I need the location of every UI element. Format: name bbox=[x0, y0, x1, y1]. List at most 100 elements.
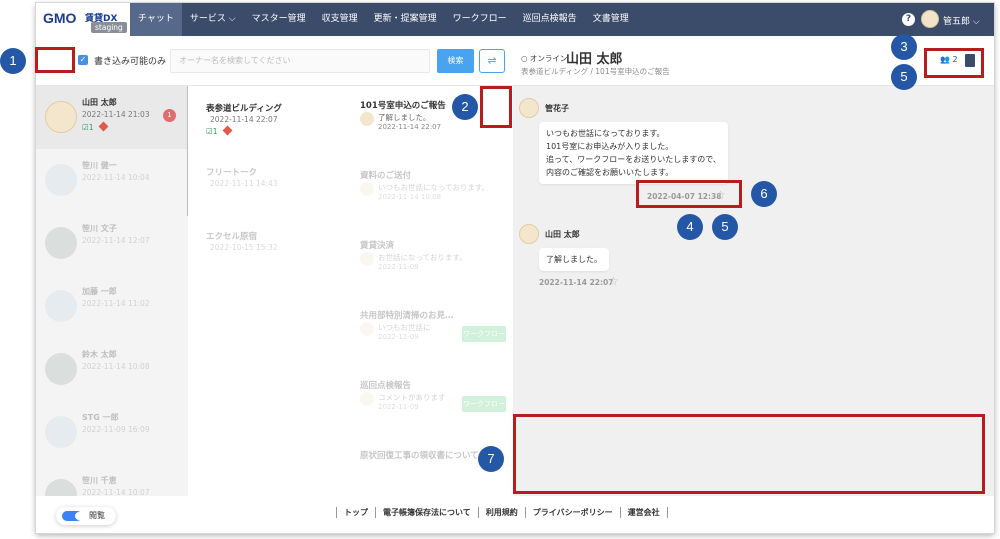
building-status: ☑1 bbox=[206, 125, 232, 136]
chat-header: ○ オンライン 山田 太郎 表参道ビルディング / 101号室申込のご報告 👥 … bbox=[513, 36, 994, 86]
search-toolbar: ✓ 書き込み可能のみ オーナー名を検索してください 検索 ⇌ bbox=[36, 36, 513, 86]
filter-settings-icon[interactable]: ⇌ bbox=[479, 49, 505, 73]
environment-badge: staging bbox=[91, 22, 127, 33]
avatar bbox=[360, 322, 374, 336]
room-time: 2022-11-09 bbox=[378, 333, 419, 341]
toggle-label: 閲覧 bbox=[89, 511, 105, 520]
footer-link-top[interactable]: トップ bbox=[336, 507, 375, 518]
owner-list: 山田 太郎 2022-11-14 21:03 ☑1 1 笹川 健一 2022-1… bbox=[36, 86, 188, 511]
annotation-box-1 bbox=[35, 47, 75, 73]
building-name: 表参道ビルディング bbox=[206, 104, 282, 114]
annotation-marker-4: 4 bbox=[677, 214, 703, 240]
room-last-message: 了解しました。 bbox=[378, 113, 431, 122]
footer: 閲覧 トップ 電子帳簿保存法について 利用規約 プライバシーポリシー 運営会社 bbox=[36, 496, 994, 533]
avatar bbox=[45, 227, 77, 259]
footer-link-ebook-law[interactable]: 電子帳簿保存法について bbox=[375, 507, 478, 518]
building-name: エクセル原宿 bbox=[206, 232, 258, 242]
annotation-box-3 bbox=[924, 48, 984, 78]
owner-name: 山田 太郎 bbox=[82, 98, 117, 107]
nav-workflow[interactable]: ワークフロー bbox=[445, 3, 515, 36]
room-last-message: お世話になっております。 bbox=[378, 253, 467, 262]
nav-inspection[interactable]: 巡回点検報告 bbox=[515, 3, 585, 36]
annotation-box-2 bbox=[480, 86, 512, 128]
footer-link-company[interactable]: 運営会社 bbox=[619, 507, 668, 518]
owner-item[interactable]: 笹川 文子 2022-11-14 12:07 bbox=[36, 212, 188, 275]
room-name: 101号室申込のご報告 bbox=[360, 101, 446, 111]
help-icon[interactable]: ? bbox=[902, 13, 915, 26]
top-navigation-bar: GMO 賃貸DX staging チャット サービス ⌵ マスター管理 収支管理… bbox=[36, 3, 994, 36]
footer-link-privacy[interactable]: プライバシーポリシー bbox=[524, 507, 620, 518]
star-icon[interactable]: ☆ bbox=[608, 274, 619, 288]
room-name: 賃貸決済 bbox=[360, 241, 395, 251]
building-item[interactable]: フリートーク 2022-11-11 14:43 bbox=[188, 150, 350, 216]
user-avatar[interactable] bbox=[921, 10, 939, 28]
toggle-knob bbox=[75, 512, 83, 520]
owner-time: 2022-11-14 11:02 bbox=[82, 299, 150, 308]
annotation-marker-5: 5 bbox=[712, 214, 738, 240]
nav-chat[interactable]: チャット bbox=[130, 3, 182, 36]
room-time: 2022-11-09 bbox=[378, 403, 419, 411]
avatar bbox=[360, 392, 374, 406]
avatar bbox=[360, 182, 374, 196]
toggle-switch[interactable] bbox=[62, 511, 83, 521]
avatar bbox=[519, 224, 539, 244]
owner-time: 2022-11-14 10:08 bbox=[82, 362, 150, 371]
owner-item[interactable]: 鈴木 太郎 2022-11-14 10:08 bbox=[36, 338, 188, 401]
owner-status: ☑1 bbox=[82, 121, 108, 132]
chat-title: 山田 太郎 bbox=[566, 52, 623, 67]
owner-search-input[interactable]: オーナー名を検索してください bbox=[170, 49, 430, 73]
owner-item[interactable]: STG 一郎 2022-11-09 16:09 bbox=[36, 401, 188, 464]
room-item[interactable]: 賃貸決済 お世話になっております。 2022-11-09 bbox=[350, 226, 513, 296]
message-sender: 山田 太郎 bbox=[545, 230, 580, 239]
room-name: 巡回点検報告 bbox=[360, 381, 412, 391]
nav-documents[interactable]: 文書管理 bbox=[585, 3, 637, 36]
online-status: ○ オンライン bbox=[521, 54, 568, 63]
writable-only-checkbox[interactable]: ✓ bbox=[78, 55, 88, 65]
building-time: 2022-10-15 15:32 bbox=[210, 243, 278, 252]
room-item[interactable]: 資料のご送付 いつもお世話になっております。 2022-11-14 10:08 bbox=[350, 156, 513, 226]
avatar bbox=[360, 112, 374, 126]
owner-name: 笹川 千恵 bbox=[82, 476, 117, 485]
avatar bbox=[519, 98, 539, 118]
room-time: 2022-11-09 bbox=[378, 263, 419, 271]
view-toggle[interactable]: 閲覧 bbox=[56, 507, 116, 525]
search-button[interactable]: 検索 bbox=[437, 49, 474, 73]
room-item[interactable]: 共用部特別清掃のお見… いつもお世話に 2022-11-09 ワークフロー bbox=[350, 296, 513, 366]
nav-services[interactable]: サービス ⌵ bbox=[182, 3, 244, 36]
room-item[interactable]: 巡回点検報告 コメントがあります 2022-11-09 ワークフロー bbox=[350, 366, 513, 436]
owner-time: 2022-11-14 10:04 bbox=[82, 173, 150, 182]
owner-name: 笹川 文子 bbox=[82, 224, 117, 233]
owner-name: 鈴木 太郎 bbox=[82, 350, 117, 359]
user-menu[interactable]: 管五郎 ⌵ bbox=[943, 14, 980, 27]
message-bubble: いつもお世話になっております。 101号室にお申込みが入りました。 追って、ワー… bbox=[539, 122, 728, 184]
logo[interactable]: GMO 賃貸DX staging bbox=[36, 3, 130, 36]
nav-master[interactable]: マスター管理 bbox=[244, 3, 314, 36]
owner-time: 2022-11-09 16:09 bbox=[82, 425, 150, 434]
room-list: 101号室申込のご報告 了解しました。 2022-11-14 22:07 資料の… bbox=[350, 86, 513, 496]
annotation-marker-7: 7 bbox=[478, 446, 504, 472]
building-item-selected[interactable]: 表参道ビルディング 2022-11-14 22:07 ☑1 bbox=[188, 86, 350, 152]
annotation-marker-3: 3 bbox=[891, 34, 917, 60]
building-name: フリートーク bbox=[206, 168, 258, 178]
room-last-message: いつもお世話に bbox=[378, 323, 431, 332]
avatar bbox=[45, 164, 77, 196]
owner-name: 加藤 一郎 bbox=[82, 287, 117, 296]
workflow-button[interactable]: ワークフロー bbox=[462, 326, 506, 342]
owner-item-selected[interactable]: 山田 太郎 2022-11-14 21:03 ☑1 1 bbox=[36, 86, 188, 149]
room-time: 2022-11-14 22:07 bbox=[378, 123, 442, 131]
room-name: 資料のご送付 bbox=[360, 171, 412, 181]
workflow-button[interactable]: ワークフロー bbox=[462, 396, 506, 412]
building-time: 2022-11-11 14:43 bbox=[210, 179, 278, 188]
owner-item[interactable]: 笹川 健一 2022-11-14 10:04 bbox=[36, 149, 188, 212]
footer-link-terms[interactable]: 利用規約 bbox=[477, 507, 525, 518]
owner-name: 笹川 健一 bbox=[82, 161, 117, 170]
unread-badge: 1 bbox=[163, 109, 176, 122]
nav-income[interactable]: 収支管理 bbox=[314, 3, 366, 36]
room-name: 原状回復工事の領収書について bbox=[360, 451, 479, 461]
owner-item[interactable]: 加藤 一郎 2022-11-14 11:02 bbox=[36, 275, 188, 338]
owner-time: 2022-11-14 21:03 bbox=[82, 110, 150, 119]
building-item[interactable]: エクセル原宿 2022-10-15 15:32 bbox=[188, 214, 350, 280]
nav-renewal[interactable]: 更新・提案管理 bbox=[366, 3, 445, 36]
logo-text: GMO bbox=[43, 10, 77, 26]
alert-diamond-icon bbox=[98, 121, 108, 132]
